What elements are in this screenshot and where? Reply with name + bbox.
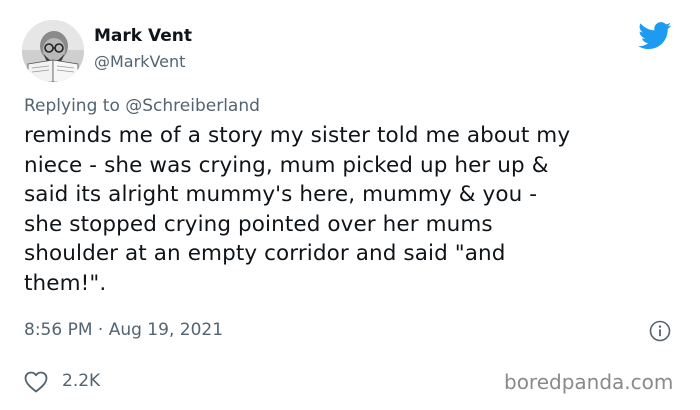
tweet-text-line: said its alright mummy's here, mummy & y… xyxy=(24,182,538,208)
like-count: 2.2K xyxy=(62,371,101,391)
tweet-text: reminds me of a story my sister told me … xyxy=(24,121,676,299)
tweet-text-line: niece - she was crying, mum picked up he… xyxy=(24,152,549,178)
tweet-text-line: them!". xyxy=(24,270,107,296)
tweet-text-line: reminds me of a story my sister told me … xyxy=(24,123,571,148)
avatar[interactable] xyxy=(22,20,84,82)
reply-context: Replying to @Schreiberland xyxy=(24,96,260,116)
tweet-text-line: shoulder at an empty corridor and said "… xyxy=(24,241,506,267)
reply-mention-link[interactable]: @Schreiberland xyxy=(125,96,260,116)
tweet-text-line: she stopped crying pointed over her mums xyxy=(24,211,493,237)
avatar-photo xyxy=(22,20,84,82)
info-icon[interactable] xyxy=(649,320,671,342)
twitter-bird-icon[interactable] xyxy=(638,22,672,50)
author-display-name[interactable]: Mark Vent xyxy=(94,26,192,46)
watermark: boredpanda.com xyxy=(504,370,674,394)
author-handle[interactable]: @MarkVent xyxy=(94,52,185,71)
tweet-card: Mark Vent @MarkVent Replying to @Schreib… xyxy=(0,0,700,410)
reply-prefix: Replying to xyxy=(24,96,126,116)
tweet-timestamp[interactable]: 8:56 PM · Aug 19, 2021 xyxy=(24,320,223,340)
heart-icon[interactable] xyxy=(24,371,48,393)
